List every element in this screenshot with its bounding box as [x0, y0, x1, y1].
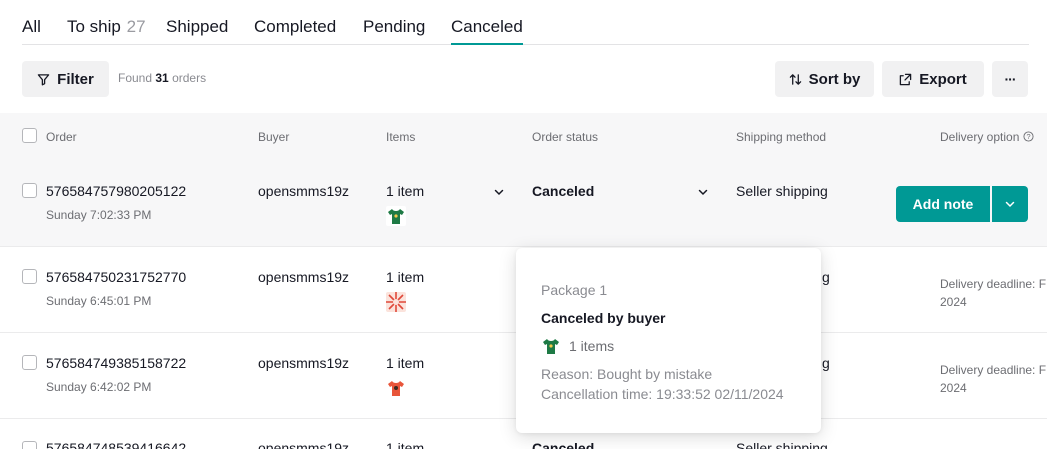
filter-icon [37, 73, 50, 85]
shipping-method: Seller shipping [736, 183, 828, 199]
table-row[interactable]: 576584757980205122 Sunday 7:02:33 PM ope… [0, 159, 1047, 247]
tab-label: All [22, 17, 41, 36]
chevron-down-icon[interactable] [697, 186, 709, 198]
column-header-label: Delivery option [940, 130, 1020, 144]
filter-label: Filter [57, 70, 94, 88]
chevron-down-icon [1005, 201, 1015, 208]
tab-shipped[interactable]: Shipped [166, 17, 228, 37]
green-shirt-icon [386, 206, 406, 226]
tab-label: Canceled [451, 17, 523, 36]
row-checkbox[interactable] [22, 269, 37, 284]
green-shirt-icon [543, 339, 559, 354]
order-id[interactable]: 576584750231752770 [46, 269, 186, 285]
tab-all[interactable]: All [22, 17, 41, 37]
deadline-label: Delivery deadline: F [940, 363, 1047, 377]
items-count: 1 item [386, 183, 425, 199]
deadline-year: 2024 [940, 295, 967, 309]
table-header: Order Buyer Items Order status Shipping … [0, 113, 1047, 159]
order-time: Sunday 6:45:01 PM [46, 294, 152, 308]
more-dots-icon: ··· [1004, 71, 1017, 87]
column-header-order: Order [46, 130, 77, 144]
delivery-deadline: Delivery deadline: F 2024 [940, 275, 1047, 311]
tab-label: Completed [254, 17, 337, 36]
tab-pending[interactable]: Pending [363, 17, 425, 37]
shipping-method: g [822, 269, 830, 285]
found-prefix: Found [118, 71, 153, 85]
buyer-name[interactable]: opensmms19z [258, 440, 349, 449]
add-note-dropdown-button[interactable] [992, 186, 1028, 222]
export-button[interactable]: Export [882, 61, 984, 97]
tab-to-ship[interactable]: To ship 27 [67, 17, 146, 37]
popover-items-count: 1 items [569, 338, 615, 354]
sort-by-label: Sort by [808, 70, 861, 88]
shipping-method: Seller shipping [736, 440, 828, 449]
select-all-checkbox[interactable] [22, 128, 37, 143]
help-icon[interactable]: ? [1023, 131, 1034, 142]
order-id[interactable]: 576584749385158722 [46, 355, 186, 371]
order-id[interactable]: 576584757980205122 [46, 183, 186, 199]
cancel-title: Canceled by buyer [541, 310, 666, 326]
tab-label: Shipped [166, 17, 229, 36]
add-note-label: Add note [912, 196, 974, 212]
found-orders-text: Found 31 orders [118, 71, 206, 85]
svg-text:?: ? [1026, 132, 1030, 141]
add-note-button[interactable]: Add note [896, 186, 990, 222]
buyer-name[interactable]: opensmms19z [258, 183, 349, 199]
shipping-method: g [822, 355, 830, 371]
more-options-button[interactable]: ··· [992, 61, 1028, 97]
column-header-shipping-method: Shipping method [736, 130, 827, 144]
column-header-delivery-option: Delivery option ? [940, 130, 1034, 144]
order-status-tabs: All To ship 27 Shipped Completed Pending… [22, 0, 1029, 45]
order-time: Sunday 6:42:02 PM [46, 380, 152, 394]
deadline-label: Delivery deadline: F [940, 277, 1047, 291]
buyer-name[interactable]: opensmms19z [258, 269, 349, 285]
row-checkbox[interactable] [22, 183, 37, 198]
sort-icon [789, 73, 801, 85]
filter-button[interactable]: Filter [22, 61, 109, 97]
export-label: Export [919, 70, 967, 88]
found-count: 31 [155, 71, 169, 85]
tab-canceled[interactable]: Canceled [451, 17, 523, 45]
column-header-items: Items [386, 130, 416, 144]
items-count: 1 item [386, 355, 425, 371]
row-checkbox[interactable] [22, 441, 37, 449]
row-checkbox[interactable] [22, 355, 37, 370]
items-count: 1 item [386, 269, 425, 285]
tab-completed[interactable]: Completed [254, 17, 336, 37]
tab-count-badge: 27 [126, 17, 146, 36]
cancellation-time: Cancellation time: 19:33:52 02/11/2024 [541, 386, 784, 402]
red-swirl-shirt-icon [386, 292, 406, 312]
order-id[interactable]: 576584748539416642 [46, 440, 186, 449]
sort-by-button[interactable]: Sort by [775, 61, 874, 97]
items-count: 1 item [386, 440, 425, 449]
deadline-year: 2024 [940, 381, 967, 395]
order-status: Canceled [532, 183, 595, 199]
tab-label: Pending [363, 17, 426, 36]
package-label: Package 1 [541, 282, 608, 298]
delivery-deadline: Delivery deadline: F 2024 [940, 361, 1047, 397]
orange-shirt-icon [386, 378, 406, 398]
buyer-name[interactable]: opensmms19z [258, 355, 349, 371]
order-status: Canceled [532, 440, 595, 449]
chevron-down-icon[interactable] [493, 186, 505, 198]
column-header-order-status: Order status [532, 130, 599, 144]
cancel-reason: Reason: Bought by mistake [541, 366, 713, 382]
found-suffix: orders [172, 71, 207, 85]
cancellation-details-popover: Package 1 Canceled by buyer 1 items Reas… [516, 248, 821, 433]
order-time: Sunday 7:02:33 PM [46, 208, 152, 222]
export-icon [899, 73, 912, 85]
column-header-buyer: Buyer [258, 130, 290, 144]
tab-label: To ship [67, 17, 121, 36]
